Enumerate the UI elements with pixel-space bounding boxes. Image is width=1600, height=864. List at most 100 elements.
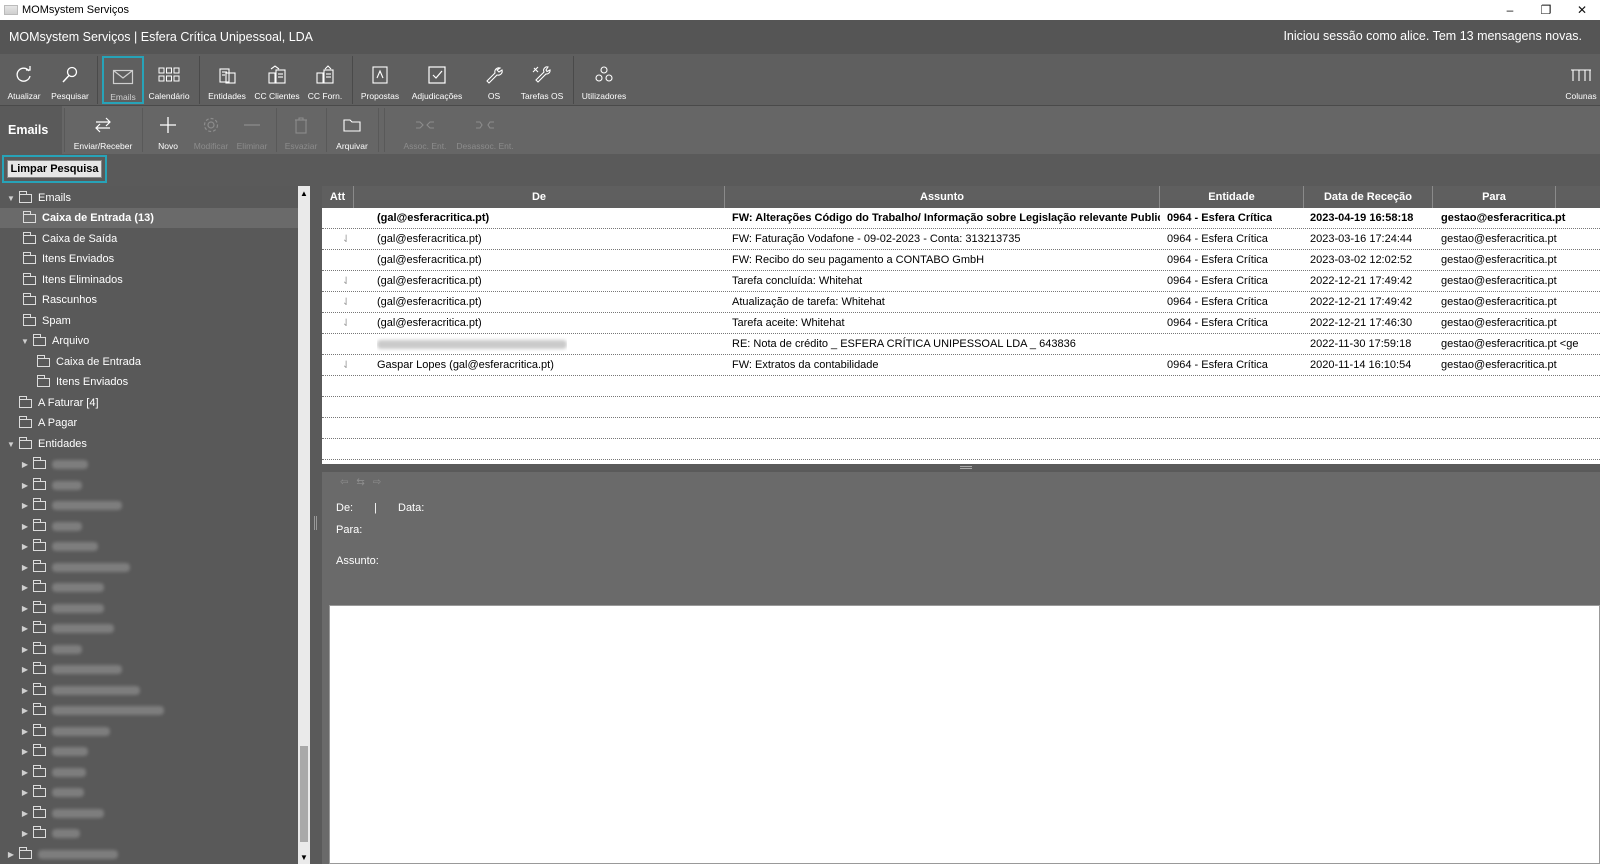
cc-suppliers-button[interactable]: CC Forn.	[304, 56, 346, 104]
tree-node-entity[interactable]: ▶	[20, 782, 84, 802]
column-header-subject[interactable]: Assunto	[725, 186, 1160, 208]
chevron-right-icon[interactable]: ▶	[20, 624, 30, 633]
tree-node-entity[interactable]: ▶	[20, 618, 114, 638]
next-icon[interactable]: ⇨	[373, 477, 381, 488]
tree-node-spam[interactable]: Spam	[20, 311, 71, 331]
tree-node-entity[interactable]: ▶	[6, 844, 118, 864]
tree-node-entity[interactable]: ▶	[20, 454, 88, 474]
chevron-right-icon[interactable]: ▶	[20, 604, 30, 613]
refresh-button[interactable]: Atualizar	[4, 56, 44, 104]
tree-node-inbox[interactable]: Caixa de Entrada (13)	[0, 208, 298, 228]
chevron-right-icon[interactable]: ▶	[20, 706, 30, 715]
chevron-right-icon[interactable]: ▶	[20, 583, 30, 592]
chevron-down-icon[interactable]: ▼	[6, 194, 16, 203]
email-row[interactable]: RE: Nota de crédito _ ESFERA CRÍTICA UNI…	[322, 334, 1600, 355]
previous-icon[interactable]: ⇦	[340, 477, 348, 488]
tree-node-entity[interactable]: ▶	[20, 475, 82, 495]
reply-all-icon[interactable]: ⇆	[356, 477, 364, 488]
emails-button[interactable]: Emails	[102, 56, 144, 104]
email-row[interactable]: ⇃ (gal@esferacritica.pt) FW: Faturação V…	[322, 229, 1600, 250]
chevron-right-icon[interactable]: ▶	[6, 850, 16, 859]
tree-node-entities[interactable]: ▼ Entidades	[6, 434, 87, 454]
chevron-right-icon[interactable]: ▶	[20, 788, 30, 797]
column-header-to[interactable]: Para	[1433, 186, 1556, 208]
chevron-right-icon[interactable]: ▶	[20, 522, 30, 531]
tree-node-deleted[interactable]: Itens Eliminados	[20, 270, 123, 290]
search-button[interactable]: Pesquisar	[48, 56, 92, 104]
proposals-button[interactable]: Propostas	[357, 56, 403, 104]
empty-button[interactable]: Esvaziar	[282, 106, 320, 154]
tree-node-entity[interactable]: ▶	[20, 823, 80, 843]
email-body[interactable]	[329, 605, 1600, 864]
email-row[interactable]: (gal@esferacritica.pt) FW: Recibo do seu…	[322, 250, 1600, 271]
adjudications-button[interactable]: Adjudicações	[408, 56, 466, 104]
columns-button[interactable]: Colunas	[1564, 56, 1598, 104]
column-header-att[interactable]: Att	[322, 186, 354, 208]
delete-button[interactable]: Eliminar	[234, 106, 270, 154]
clear-search-button[interactable]: Limpar Pesquisa	[7, 160, 102, 178]
tree-node-entity[interactable]: ▶	[20, 680, 140, 700]
tree-node-emails[interactable]: ▼ Emails	[6, 188, 71, 208]
vertical-splitter[interactable]	[310, 186, 322, 864]
chevron-right-icon[interactable]: ▶	[20, 481, 30, 490]
tree-node-sent[interactable]: Itens Enviados	[20, 249, 114, 269]
horizontal-splitter[interactable]	[322, 464, 1600, 472]
chevron-right-icon[interactable]: ▶	[20, 563, 30, 572]
tree-node-to-invoice[interactable]: A Faturar [4]	[6, 393, 99, 413]
tree-node-entity[interactable]: ▶	[20, 536, 98, 556]
tree-node-entity[interactable]: ▶	[20, 659, 122, 679]
column-header-entity[interactable]: Entidade	[1160, 186, 1304, 208]
tree-node-entity[interactable]: ▶	[20, 639, 82, 659]
tree-node-archive-sent[interactable]: Itens Enviados	[34, 372, 128, 392]
chevron-down-icon[interactable]: ▼	[20, 337, 30, 346]
chevron-right-icon[interactable]: ▶	[20, 686, 30, 695]
chevron-right-icon[interactable]: ▶	[20, 829, 30, 838]
scroll-up-icon[interactable]: ▲	[298, 186, 310, 200]
tree-node-entity[interactable]: ▶	[20, 516, 82, 536]
tree-node-entity[interactable]: ▶	[20, 803, 104, 823]
column-header-from[interactable]: De	[354, 186, 725, 208]
chevron-right-icon[interactable]: ▶	[20, 747, 30, 756]
chevron-right-icon[interactable]: ▶	[20, 727, 30, 736]
tree-node-entity[interactable]: ▶	[20, 495, 122, 515]
restore-button[interactable]: ❐	[1528, 0, 1564, 20]
email-row[interactable]: ⇃ (gal@esferacritica.pt) Tarefa concluíd…	[322, 271, 1600, 292]
dissociate-entity-button[interactable]: Desassoc. Ent.	[454, 106, 516, 154]
chevron-down-icon[interactable]: ▼	[6, 440, 16, 449]
tree-node-drafts[interactable]: Rascunhos	[20, 290, 97, 310]
tree-scrollbar[interactable]: ▲ ▼	[298, 186, 310, 864]
email-row[interactable]: ⇃ (gal@esferacritica.pt) Atualização de …	[322, 292, 1600, 313]
scrollbar-thumb[interactable]	[300, 746, 308, 842]
modify-button[interactable]: Modificar	[190, 106, 232, 154]
minimize-button[interactable]: –	[1492, 0, 1528, 20]
chevron-right-icon[interactable]: ▶	[20, 645, 30, 654]
tree-node-entity[interactable]: ▶	[20, 721, 110, 741]
cc-clients-button[interactable]: CC Clientes	[253, 56, 301, 104]
users-button[interactable]: Utilizadores	[578, 56, 630, 104]
os-button[interactable]: OS	[476, 56, 512, 104]
close-button[interactable]: ✕	[1564, 0, 1600, 20]
tree-node-to-pay[interactable]: A Pagar	[6, 413, 77, 433]
email-row[interactable]: ⇃ (gal@esferacritica.pt) Tarefa aceite: …	[322, 313, 1600, 334]
chevron-right-icon[interactable]: ▶	[20, 665, 30, 674]
tree-node-archive[interactable]: ▼ Arquivo	[20, 331, 89, 351]
tree-node-outbox[interactable]: Caixa de Saída	[20, 229, 117, 249]
chevron-right-icon[interactable]: ▶	[20, 501, 30, 510]
email-row[interactable]: (gal@esferacritica.pt) FW: Alterações Có…	[322, 208, 1600, 229]
archive-button[interactable]: Arquivar	[332, 106, 372, 154]
associate-entity-button[interactable]: Assoc. Ent.	[400, 106, 450, 154]
chevron-right-icon[interactable]: ▶	[20, 460, 30, 469]
tree-node-entity[interactable]: ▶	[20, 741, 88, 761]
os-tasks-button[interactable]: Tarefas OS	[516, 56, 568, 104]
column-header-date[interactable]: Data de Receção	[1304, 186, 1433, 208]
tree-node-entity[interactable]: ▶	[20, 557, 130, 577]
tree-node-archive-inbox[interactable]: Caixa de Entrada	[34, 352, 141, 372]
scroll-down-icon[interactable]: ▼	[298, 850, 310, 864]
new-button[interactable]: Novo	[150, 106, 186, 154]
entities-button[interactable]: Entidades	[205, 56, 249, 104]
chevron-right-icon[interactable]: ▶	[20, 542, 30, 551]
chevron-right-icon[interactable]: ▶	[20, 809, 30, 818]
tree-node-entity[interactable]: ▶	[20, 700, 164, 720]
calendar-button[interactable]: Calendário	[146, 56, 192, 104]
send-receive-button[interactable]: Enviar/Receber	[72, 106, 134, 154]
